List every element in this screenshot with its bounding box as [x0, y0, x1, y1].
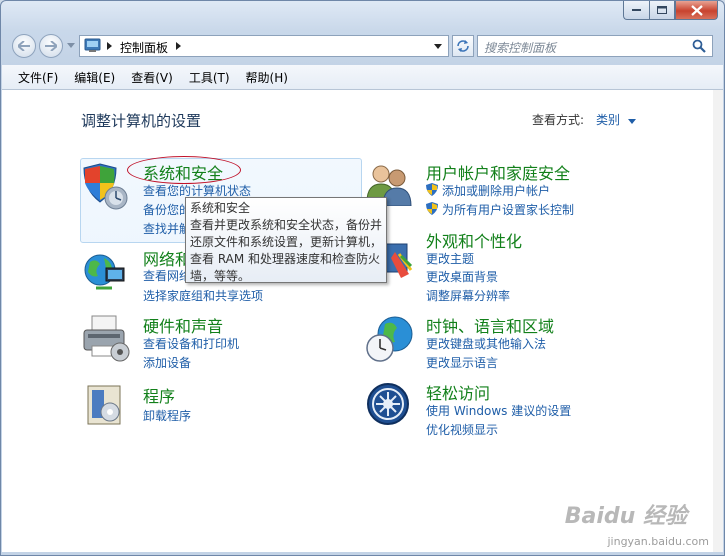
- link-optimize-video-display[interactable]: 优化视频显示: [426, 421, 498, 438]
- breadcrumb-control-panel[interactable]: 控制面板: [120, 39, 168, 56]
- link-change-theme[interactable]: 更改主题: [426, 250, 474, 267]
- search-placeholder: 搜索控制面板: [484, 41, 557, 55]
- chevron-down-icon: [627, 119, 636, 124]
- scrollbar-track[interactable]: [713, 90, 723, 552]
- address-dropdown-icon[interactable]: [434, 44, 442, 49]
- arrow-left-icon: [18, 41, 30, 51]
- menu-file[interactable]: 文件(F): [2, 69, 66, 86]
- view-by-label: 查看方式:: [532, 113, 585, 127]
- minimize-button[interactable]: [623, 1, 649, 20]
- category-tooltip: 系统和安全 查看并更改系统和安全状态，备份并 还原文件和系统设置，更新计算机， …: [185, 197, 387, 283]
- watermark-logo: Baidu 经验: [564, 504, 687, 529]
- breadcrumb-arrow-icon[interactable]: [176, 42, 182, 50]
- ease-of-access-icon[interactable]: [366, 382, 412, 428]
- minimize-icon: [631, 9, 641, 11]
- link-troubleshoot[interactable]: 查找并解: [143, 220, 191, 237]
- tooltip-title: 系统和安全: [190, 201, 251, 215]
- menu-help[interactable]: 帮助(H): [238, 69, 296, 86]
- menu-bar: 文件(F) 编辑(E) 查看(V) 工具(T) 帮助(H): [2, 65, 723, 90]
- content-pane: 调整计算机的设置 查看方式: 类别 系统和安全 查看您的计算机状态 备份您的 查…: [2, 90, 723, 552]
- menu-tools[interactable]: 工具(T): [181, 69, 238, 86]
- printer-icon[interactable]: [82, 314, 132, 362]
- recent-pages-chevron-icon[interactable]: [67, 43, 75, 49]
- address-row: 控制面板 搜索控制面板: [9, 33, 719, 59]
- close-icon: [690, 4, 703, 16]
- clock-globe-icon[interactable]: [365, 314, 417, 364]
- link-view-network[interactable]: 查看网络: [143, 267, 191, 284]
- menu-view[interactable]: 查看(V): [123, 69, 181, 86]
- view-by-dropdown[interactable]: 类别: [596, 111, 636, 128]
- link-parental-controls[interactable]: 为所有用户设置家长控制: [442, 201, 574, 218]
- close-button[interactable]: [675, 1, 718, 20]
- category-ease-of-access-title[interactable]: 轻松访问: [426, 380, 490, 404]
- caption-buttons: [623, 1, 718, 20]
- category-appearance-title[interactable]: 外观和个性化: [426, 228, 522, 252]
- search-input[interactable]: 搜索控制面板: [477, 35, 713, 57]
- programs-box-icon[interactable]: [84, 382, 128, 430]
- link-backup[interactable]: 备份您的: [143, 201, 191, 218]
- maximize-icon: [656, 5, 667, 14]
- refresh-button[interactable]: [452, 35, 474, 57]
- tooltip-line: 查看 RAM 和处理器速度和检查防火: [190, 252, 381, 266]
- menu-edit[interactable]: 编辑(E): [66, 69, 123, 86]
- content-area: 调整计算机的设置 查看方式: 类别 系统和安全 查看您的计算机状态 备份您的 查…: [2, 90, 713, 552]
- control-panel-window: 控制面板 搜索控制面板 文件(F) 编辑(E) 查看(V) 工具(T) 帮助(H…: [0, 0, 725, 556]
- uac-shield-icon: [426, 202, 438, 215]
- link-add-device[interactable]: 添加设备: [143, 354, 191, 371]
- tooltip-line: 还原文件和系统设置，更新计算机，: [190, 235, 383, 249]
- link-change-keyboard[interactable]: 更改键盘或其他输入法: [426, 335, 546, 352]
- network-globe-icon[interactable]: [82, 250, 130, 294]
- link-uninstall-program[interactable]: 卸载程序: [143, 407, 191, 424]
- refresh-icon: [457, 40, 469, 52]
- tooltip-line: 查看并更改系统和安全状态，备份并: [190, 218, 383, 232]
- category-user-accounts-title[interactable]: 用户帐户和家庭安全: [426, 160, 570, 184]
- link-screen-resolution[interactable]: 调整屏幕分辨率: [426, 287, 510, 304]
- page-title: 调整计算机的设置: [81, 112, 202, 130]
- link-devices-printers[interactable]: 查看设备和打印机: [143, 335, 239, 352]
- uac-shield-icon: [426, 183, 438, 196]
- tooltip-line: 墙，等等。: [190, 269, 251, 283]
- back-button[interactable]: [12, 34, 36, 58]
- view-by-value: 类别: [596, 113, 621, 127]
- forward-button[interactable]: [39, 34, 63, 58]
- link-add-remove-accounts[interactable]: 添加或删除用户帐户: [442, 182, 550, 199]
- category-clock-language-title[interactable]: 时钟、语言和区域: [426, 313, 554, 337]
- link-change-display-language[interactable]: 更改显示语言: [426, 354, 498, 371]
- shield-icon[interactable]: [82, 162, 130, 210]
- maximize-button[interactable]: [649, 1, 675, 20]
- link-homegroup[interactable]: 选择家庭组和共享选项: [143, 287, 263, 304]
- address-bar[interactable]: 控制面板: [79, 35, 449, 57]
- control-panel-icon: [84, 38, 101, 52]
- link-windows-recommended-settings[interactable]: 使用 Windows 建议的设置: [426, 402, 571, 419]
- link-desktop-background[interactable]: 更改桌面背景: [426, 268, 498, 285]
- category-hardware-sound-title[interactable]: 硬件和声音: [143, 313, 223, 337]
- arrow-right-icon: [45, 41, 57, 51]
- search-icon[interactable]: [692, 39, 706, 53]
- annotation-circle: [127, 156, 241, 184]
- category-programs-title[interactable]: 程序: [143, 383, 175, 407]
- watermark-url: jingyan.baidu.com: [607, 535, 709, 548]
- breadcrumb-arrow-icon[interactable]: [107, 42, 113, 50]
